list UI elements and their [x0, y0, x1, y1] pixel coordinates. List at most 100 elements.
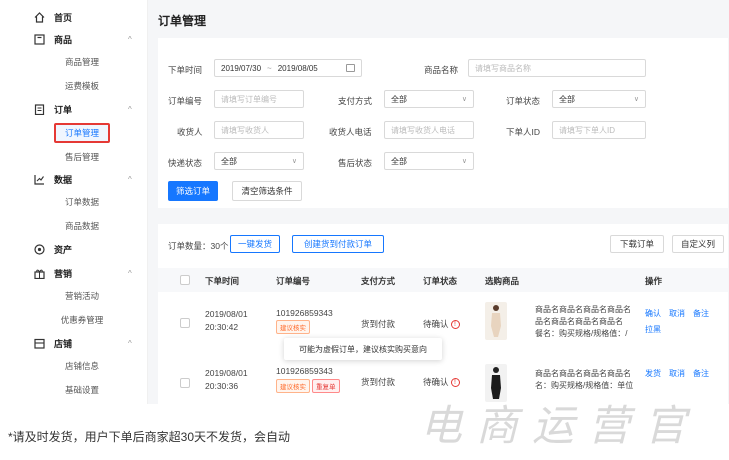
sidebar-group-label: 商品 [54, 34, 73, 45]
express-status-select-value: 全部 [221, 156, 237, 166]
sidebar-item-order-data[interactable]: 订单数据 [54, 192, 110, 212]
payment-label: 支付方式 [338, 96, 373, 106]
custom-columns-button[interactable]: 自定义列 [672, 235, 724, 253]
sidebar-item-product-data[interactable]: 商品数据 [54, 216, 110, 236]
download-orders-button[interactable]: 下载订单 [610, 235, 664, 253]
product-spec-line: 名：购买规格/规格值：单位 [535, 381, 634, 390]
warning-icon[interactable]: ! [450, 320, 460, 330]
ship-link[interactable]: 发货 [645, 368, 661, 379]
row-order-no[interactable]: 101926859343 [276, 366, 333, 376]
sidebar-item-shipping-template[interactable]: 运费模板 [54, 76, 110, 96]
sidebar-item-marketing-activity[interactable]: 营销活动 [54, 286, 110, 306]
sidebar-group-label: 资产 [54, 244, 73, 255]
order-status-select-value: 全部 [559, 94, 575, 104]
remark-link[interactable]: 备注 [693, 368, 709, 379]
sidebar-group-store[interactable]: 店铺 ^ [0, 332, 148, 354]
order-status-label: 订单状态 [506, 96, 541, 106]
row-order-no[interactable]: 101926859343 [276, 308, 333, 318]
cancel-link[interactable]: 取消 [669, 308, 685, 319]
sidebar-group-data[interactable]: 数据 ^ [0, 168, 148, 190]
chevron-up-icon: ^ [128, 34, 132, 44]
buyer-id-label: 下单人ID [506, 127, 541, 137]
warning-icon[interactable]: ! [450, 378, 460, 388]
sidebar-item-order-manage[interactable]: 订单管理 [54, 123, 110, 143]
header-actions: 操作 [645, 276, 663, 286]
chart-icon [33, 173, 45, 185]
row-time: 20:30:36 [205, 381, 239, 391]
order-no-input[interactable]: 请填写订单编号 [214, 90, 304, 108]
date-separator: ~ [267, 63, 272, 73]
header-status: 订单状态 [423, 276, 458, 286]
sidebar-group-label: 店铺 [54, 338, 73, 349]
watermark: 电商运营官 [420, 401, 701, 450]
product-name-line: 商品名商品名商品名商品名 [535, 305, 631, 314]
sidebar-group-asset[interactable]: 资产 [0, 238, 148, 260]
sidebar-group-order[interactable]: 订单 ^ [0, 98, 148, 120]
row-date: 2019/08/01 [205, 368, 248, 378]
receiver-input[interactable]: 请填写收货人 [214, 121, 304, 139]
product-name-label: 商品名称 [424, 65, 459, 75]
order-status-select[interactable]: 全部 ∨ [552, 90, 646, 108]
block-link[interactable]: 拉黑 [645, 324, 661, 335]
sidebar-item-store-info[interactable]: 店铺信息 [54, 356, 110, 376]
chevron-down-icon: ∨ [461, 96, 467, 103]
clear-filters-button[interactable]: 清空筛选条件 [232, 181, 302, 201]
receiver-phone-input[interactable]: 请填写收货人电话 [384, 121, 474, 139]
sidebar-group-home[interactable]: 首页 [0, 6, 148, 28]
confirm-link[interactable]: 确认 [645, 308, 661, 319]
sidebar-item-after-sale[interactable]: 售后管理 [54, 147, 110, 167]
sidebar: 首页 商品 ^ 商品管理 运费模板 订单 ^ 订单管理 售后管理 数据 ^ 订单… [0, 0, 148, 404]
remark-link[interactable]: 备注 [693, 308, 709, 319]
store-icon [33, 337, 45, 349]
row-checkbox[interactable] [180, 378, 190, 388]
express-status-select[interactable]: 全部 ∨ [214, 152, 304, 170]
product-thumbnail[interactable] [485, 302, 507, 340]
date-start: 2019/07/30 [221, 63, 262, 73]
receiver-phone-label: 收货人电话 [329, 127, 372, 137]
filter-panel: 下单时间 2019/07/30 ~ 2019/08/05 商品名称 请填写商品名… [158, 38, 728, 208]
create-cod-order-button[interactable]: 创建货到付款订单 [292, 235, 384, 253]
header-payment: 支付方式 [361, 276, 396, 286]
filter-orders-button[interactable]: 筛选订单 [168, 181, 218, 201]
date-range-picker[interactable]: 2019/07/30 ~ 2019/08/05 [214, 59, 362, 77]
product-name-input[interactable]: 请填写商品名称 [468, 59, 646, 77]
after-sale-status-select[interactable]: 全部 ∨ [384, 152, 474, 170]
sidebar-group-label: 订单 [54, 104, 73, 115]
page-title: 订单管理 [158, 14, 207, 28]
row-time: 20:30:42 [205, 322, 239, 332]
product-name-line: 品名商品名商品名商品名 [535, 317, 623, 326]
one-click-ship-button[interactable]: 一键发货 [230, 235, 280, 253]
table-header: 下单时间 订单编号 支付方式 订单状态 选购商品 操作 [158, 268, 728, 292]
sidebar-item-coupon-manage[interactable]: 优惠券管理 [54, 310, 110, 330]
order-table-panel: 订单数量：30个 一键发货 创建货到付款订单 下载订单 自定义列 下单时间 订单… [158, 224, 728, 404]
sidebar-group-product[interactable]: 商品 ^ [0, 28, 148, 50]
row-tags: 建议核实 [276, 320, 312, 334]
row-checkbox[interactable] [180, 318, 190, 328]
sidebar-item-basic-settings[interactable]: 基础设置 [54, 380, 110, 400]
product-name-line: 商品名商品名商品名商品名 [535, 369, 631, 378]
verify-tag: 建议核实 [276, 320, 310, 334]
cancel-link[interactable]: 取消 [669, 368, 685, 379]
order-icon [33, 103, 45, 115]
sidebar-item-product-manage[interactable]: 商品管理 [54, 52, 110, 72]
asset-icon [33, 243, 45, 255]
payment-select[interactable]: 全部 ∨ [384, 90, 474, 108]
select-all-checkbox[interactable] [180, 275, 190, 285]
chevron-down-icon: ∨ [633, 96, 639, 103]
buyer-id-input[interactable]: 请填写下单人ID [552, 121, 646, 139]
sidebar-group-label: 营销 [54, 268, 73, 279]
row-payment: 货到付款 [361, 319, 396, 329]
chevron-up-icon: ^ [128, 268, 132, 278]
payment-select-value: 全部 [391, 94, 407, 104]
row-status-text: 待确认 [423, 319, 449, 329]
header-order-no: 订单编号 [276, 276, 311, 286]
row-date: 2019/08/01 [205, 309, 248, 319]
chevron-up-icon: ^ [128, 104, 132, 114]
chevron-up-icon: ^ [128, 338, 132, 348]
caption-text: *请及时发货，用户下单后商家超30天不发货，会自动 [8, 430, 291, 444]
order-time-label: 下单时间 [168, 65, 203, 75]
date-end: 2019/08/05 [277, 63, 318, 73]
verify-tag: 建议核实 [276, 379, 310, 393]
sidebar-group-marketing[interactable]: 营销 ^ [0, 262, 148, 284]
calendar-icon [346, 64, 355, 72]
